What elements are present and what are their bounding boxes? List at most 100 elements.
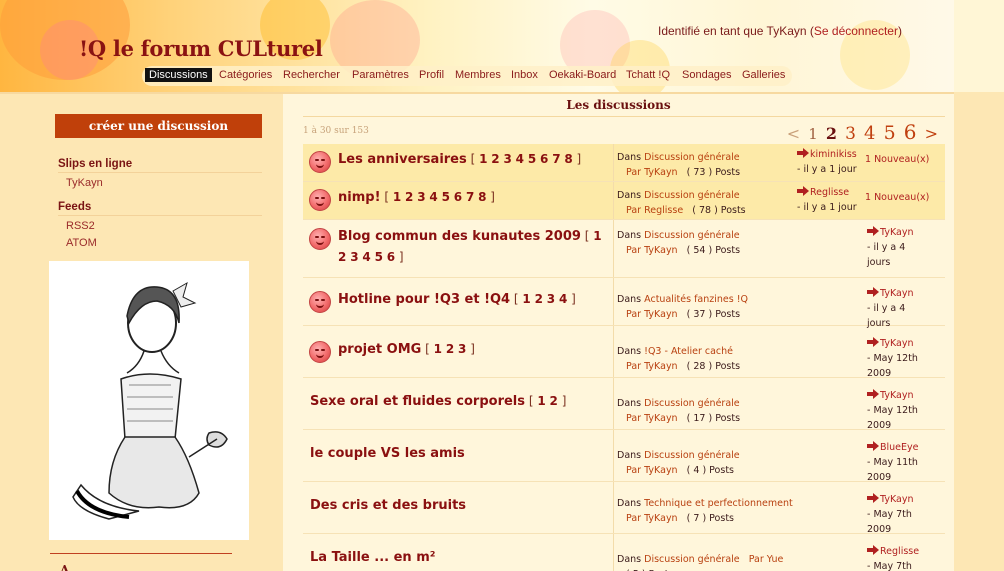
thread-page-link[interactable]: 2 [338, 250, 346, 264]
nav-search[interactable]: Rechercher [283, 69, 340, 81]
thread-page-link[interactable]: 7 [552, 152, 560, 166]
thread-title-link[interactable]: projet OMG [338, 342, 421, 357]
last-poster-link[interactable]: TyKayn [880, 390, 913, 401]
thread-row[interactable]: Les anniversaires [ 1 2 3 4 5 6 7 8 ] Dan… [303, 144, 945, 182]
thread-row[interactable]: Blog commun des kunautes 2009 [ 1 2 3 4 … [303, 220, 945, 278]
pager-prev[interactable]: < [787, 124, 800, 143]
thread-page-link[interactable]: 5 [528, 152, 536, 166]
thread-page-link[interactable]: 1 [537, 394, 545, 408]
category-link[interactable]: Discussion générale [644, 450, 740, 461]
last-post-arrow-icon[interactable] [867, 226, 879, 236]
thread-page-link[interactable]: 2 [535, 292, 543, 306]
thread-page-link[interactable]: 2 [491, 152, 499, 166]
thread-page-link[interactable]: 4 [362, 250, 370, 264]
author-link[interactable]: Reglisse [644, 205, 683, 216]
thread-title-link[interactable]: Sexe oral et fluides corporels [310, 394, 525, 409]
last-post-arrow-icon[interactable] [867, 493, 879, 503]
thread-page-link[interactable]: 1 [434, 342, 442, 356]
pager-page-4[interactable]: 4 [864, 123, 875, 144]
last-post-arrow-icon[interactable] [867, 441, 879, 451]
thread-page-link[interactable]: 4 [429, 190, 437, 204]
last-post-arrow-icon[interactable] [867, 287, 879, 297]
last-poster-link[interactable]: Reglisse [880, 546, 919, 557]
thread-title-link[interactable]: Les anniversaires [338, 152, 467, 167]
create-discussion-button[interactable]: créer une discussion [55, 114, 262, 138]
author-link[interactable]: Yue [767, 554, 784, 565]
nav-chat[interactable]: Tchatt !Q [626, 69, 670, 81]
author-link[interactable]: TyKayn [644, 465, 677, 476]
category-link[interactable]: Technique et perfectionnement [644, 498, 793, 509]
pager-page-3[interactable]: 3 [845, 124, 856, 144]
thread-title-link[interactable]: le couple VS les amis [310, 446, 465, 461]
thread-page-link[interactable]: 8 [564, 152, 572, 166]
nav-members[interactable]: Membres [455, 69, 501, 81]
thread-page-link[interactable]: 4 [516, 152, 524, 166]
last-poster-link[interactable]: kiminikiss [810, 149, 857, 160]
pager-page-5[interactable]: 5 [884, 122, 896, 144]
thread-row[interactable]: Hotline pour !Q3 et !Q4 [ 1 2 3 4 ] Dans … [303, 278, 945, 329]
author-link[interactable]: TyKayn [644, 361, 677, 372]
last-post-arrow-icon[interactable] [867, 545, 879, 555]
thread-row[interactable]: le couple VS les amis Dans Discussion gén… [303, 430, 945, 483]
thread-page-link[interactable]: 3 [350, 250, 358, 264]
thread-title-link[interactable]: Blog commun des kunautes 2009 [338, 229, 581, 244]
pager-page-2[interactable]: 2 [826, 124, 837, 143]
thread-page-link[interactable]: 1 [479, 152, 487, 166]
thread-page-link[interactable]: 6 [387, 250, 395, 264]
last-poster-link[interactable]: TyKayn [880, 288, 913, 299]
last-poster-link[interactable]: TyKayn [880, 338, 913, 349]
nav-polls[interactable]: Sondages [682, 69, 732, 81]
author-link[interactable]: TyKayn [644, 245, 677, 256]
logout-link[interactable]: Se déconnecter [814, 24, 898, 38]
last-poster-link[interactable]: Reglisse [810, 187, 849, 198]
last-post-arrow-icon[interactable] [867, 389, 879, 399]
category-link[interactable]: Discussion générale [644, 398, 740, 409]
thread-page-link[interactable]: 2 [446, 342, 454, 356]
thread-page-link[interactable]: 5 [375, 250, 383, 264]
thread-title-link[interactable]: Des cris et des bruits [310, 498, 466, 513]
thread-page-link[interactable]: 3 [547, 292, 555, 306]
new-posts-badge[interactable]: 1 Nouveau(x) [865, 192, 929, 203]
last-post-arrow-icon[interactable] [797, 186, 809, 196]
thread-page-link[interactable]: 1 [393, 190, 401, 204]
thread-page-link[interactable]: 1 [522, 292, 530, 306]
site-title[interactable]: !Q le forum CULturel [79, 36, 323, 61]
thread-title-link[interactable]: Hotline pour !Q3 et !Q4 [338, 292, 510, 307]
thread-page-link[interactable]: 2 [405, 190, 413, 204]
thread-row[interactable]: Sexe oral et fluides corporels [ 1 2 ] Da… [303, 378, 945, 431]
thread-page-link[interactable]: 6 [540, 152, 548, 166]
thread-page-link[interactable]: 3 [458, 342, 466, 356]
thread-row[interactable]: La Taille ... en m² Dans Discussion génér… [303, 534, 945, 571]
atom-feed-link[interactable]: ATOM [66, 237, 97, 249]
new-posts-badge[interactable]: 1 Nouveau(x) [865, 154, 929, 165]
online-user-link[interactable]: TyKayn [66, 177, 103, 189]
last-poster-link[interactable]: TyKayn [880, 494, 913, 505]
thread-row[interactable]: projet OMG [ 1 2 3 ] Dans !Q3 - Atelier c… [303, 326, 945, 379]
thread-page-link[interactable]: 3 [417, 190, 425, 204]
thread-page-link[interactable]: 6 [454, 190, 462, 204]
nav-categories[interactable]: Catégories [219, 69, 272, 81]
nav-settings[interactable]: Paramètres [352, 69, 409, 81]
nav-inbox[interactable]: Inbox [511, 69, 538, 81]
category-link[interactable]: Discussion générale [644, 190, 740, 201]
nav-profile[interactable]: Profil [419, 69, 444, 81]
thread-row[interactable]: Des cris et des bruits Dans Technique et … [303, 482, 945, 535]
thread-page-link[interactable]: 8 [478, 190, 486, 204]
thread-page-link[interactable]: 1 [593, 229, 601, 243]
author-link[interactable]: TyKayn [644, 513, 677, 524]
pager-page-6[interactable]: 6 [904, 120, 917, 144]
thread-page-link[interactable]: 5 [442, 190, 450, 204]
thread-title-link[interactable]: nimp! [338, 190, 381, 205]
thread-title-link[interactable]: La Taille ... en m² [310, 550, 435, 565]
thread-page-link[interactable]: 3 [503, 152, 511, 166]
author-link[interactable]: TyKayn [644, 167, 677, 178]
author-link[interactable]: TyKayn [644, 413, 677, 424]
last-post-arrow-icon[interactable] [797, 148, 809, 158]
nav-oekaki[interactable]: Oekaki-Board [549, 69, 616, 81]
last-post-arrow-icon[interactable] [867, 337, 879, 347]
last-poster-link[interactable]: BlueEye [880, 442, 919, 453]
category-link[interactable]: Actualités fanzines !Q [644, 294, 748, 305]
last-poster-link[interactable]: TyKayn [880, 227, 913, 238]
thread-page-link[interactable]: 4 [559, 292, 567, 306]
category-link[interactable]: Discussion générale [644, 230, 740, 241]
